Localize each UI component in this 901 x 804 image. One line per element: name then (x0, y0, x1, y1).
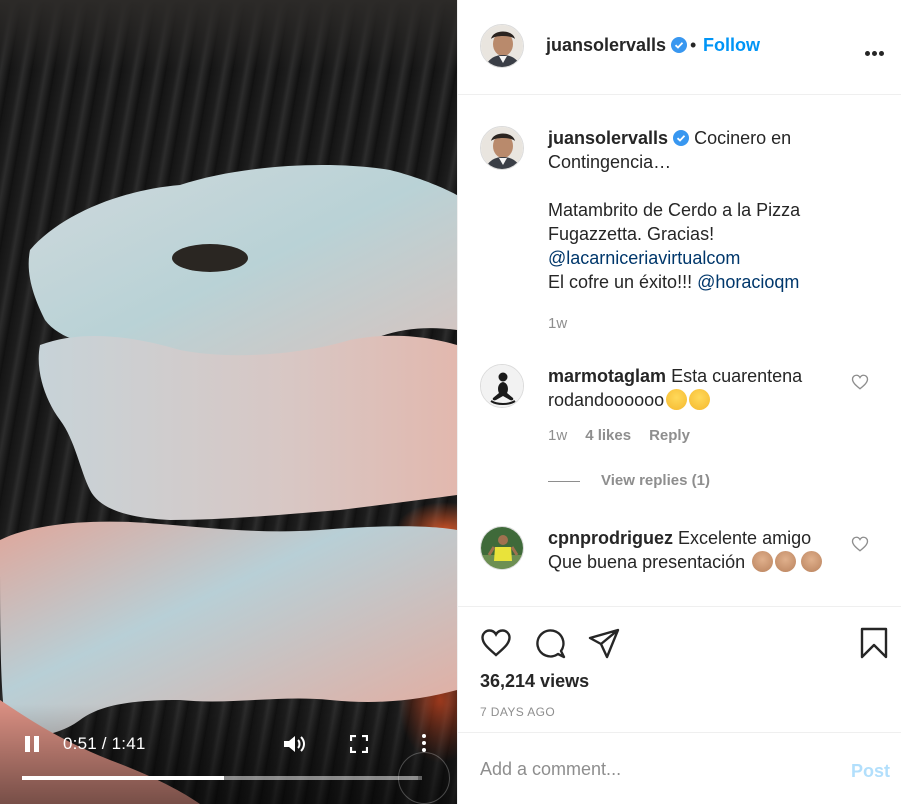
video-player[interactable]: 0:51 / 1:41 (0, 0, 457, 804)
reply-button[interactable]: Reply (649, 427, 690, 444)
replies-divider (548, 480, 580, 482)
comment-time: 1w (548, 427, 568, 444)
verified-badge-icon (671, 37, 688, 53)
relieved-face-emoji-icon (689, 389, 711, 410)
comment-meta: 1w 4 likes Reply (548, 427, 708, 444)
caption-line-5: Fugazzetta. Gracias! (548, 224, 715, 244)
verified-badge-icon (673, 130, 690, 146)
post-actions: 36,214 views 7 DAYS AGO (458, 606, 901, 732)
video-progress-fill (22, 776, 224, 780)
video-controls-bar: 0:51 / 1:41 (0, 726, 457, 762)
video-watermark-logo (398, 752, 450, 804)
header-separator: • (690, 35, 697, 55)
avatar[interactable] (480, 24, 524, 68)
follow-button[interactable]: Follow (703, 35, 760, 56)
comment-avatar[interactable] (480, 364, 524, 408)
clapping-hands-emoji-icon (801, 551, 823, 572)
caption-line-2: Contingencia… (548, 152, 672, 172)
comment-likes[interactable]: 4 likes (585, 427, 631, 444)
comment-text: cpnprodriguez Excelente amigo Que buena … (548, 526, 848, 574)
caption-time: 1w (548, 315, 568, 332)
post-panel: juansolervalls • Follow juansolervalls C… (457, 0, 901, 804)
pause-icon[interactable] (24, 736, 40, 752)
comments-list[interactable]: juansolervalls Cocinero en Contingencia…… (458, 96, 901, 606)
caption-line-1: Cocinero en (694, 128, 792, 148)
caption-line-4: Matambrito de Cerdo a la Pizza (548, 200, 801, 220)
heart-icon[interactable] (851, 373, 869, 391)
mention-link[interactable]: @horacioqm (697, 272, 799, 292)
caption-username[interactable]: juansolervalls (548, 128, 668, 148)
mention-link[interactable]: @lacarniceriavirtualcom (548, 248, 740, 268)
share-paper-plane-icon[interactable] (588, 627, 620, 659)
header-username[interactable]: juansolervalls (546, 35, 666, 55)
comment-text: marmotaglam Esta cuarentena rodandoooooo (548, 364, 848, 412)
comment-username[interactable]: marmotaglam (548, 366, 666, 386)
video-frame-meat (0, 165, 457, 804)
more-options-icon[interactable] (865, 43, 887, 56)
save-bookmark-icon[interactable] (858, 627, 890, 659)
post-header: juansolervalls • Follow (458, 0, 901, 95)
view-count[interactable]: 36,214 views (480, 671, 589, 692)
video-time: 0:51 / 1:41 (63, 734, 146, 753)
header-username-group: juansolervalls (546, 35, 688, 56)
caption-text: juansolervalls Cocinero en Contingencia…… (548, 126, 848, 294)
post-button[interactable]: Post (851, 761, 890, 782)
caption-avatar[interactable] (480, 126, 524, 170)
caption-tail: El cofre un éxito!!! (548, 272, 698, 292)
add-comment-bar: Post (458, 732, 901, 804)
view-replies-button[interactable]: View replies (1) (548, 472, 710, 489)
heart-icon[interactable] (851, 535, 869, 553)
volume-icon[interactable] (282, 733, 306, 755)
comment-bubble-icon[interactable] (534, 627, 566, 659)
comment-input[interactable] (480, 759, 820, 780)
clapping-hands-emoji-icon (775, 551, 797, 572)
caption-meta: 1w (548, 315, 585, 332)
post-date: 7 DAYS AGO (480, 705, 556, 719)
comment-username[interactable]: cpnprodriguez (548, 528, 673, 548)
clapping-hands-emoji-icon (752, 551, 774, 572)
like-heart-icon[interactable] (480, 627, 512, 659)
grinning-sweat-emoji-icon (666, 389, 688, 410)
comment-avatar[interactable] (480, 526, 524, 570)
video-progress-bar[interactable] (22, 776, 422, 780)
view-replies-label: View replies (1) (601, 472, 710, 489)
fullscreen-icon[interactable] (350, 735, 368, 753)
